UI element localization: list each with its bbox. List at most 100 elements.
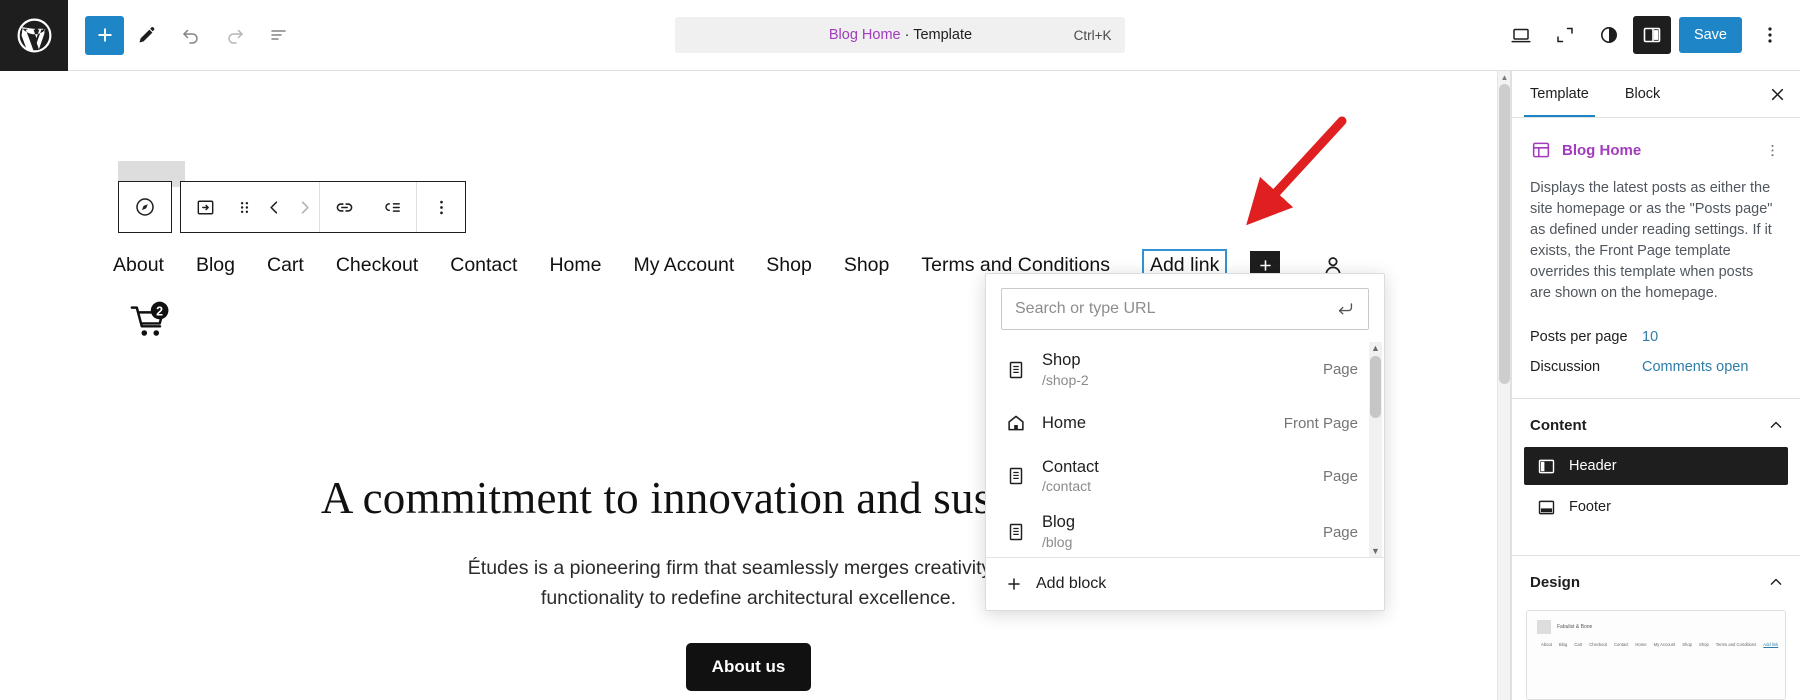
command-palette-button[interactable]: Blog Home · Template Ctrl+K bbox=[675, 17, 1126, 53]
property-label: Discussion bbox=[1530, 359, 1601, 376]
list-item-type: Front Page bbox=[1283, 414, 1358, 432]
nav-item-contact[interactable]: Contact bbox=[434, 250, 533, 281]
canvas-scrollbar[interactable]: ▲ bbox=[1497, 71, 1510, 700]
scrollbar-thumb[interactable] bbox=[1370, 356, 1381, 418]
list-item-texts: Blog /blog bbox=[1042, 512, 1309, 552]
link-icon[interactable] bbox=[320, 182, 368, 232]
list-item-title: Home bbox=[1042, 413, 1087, 432]
scroll-up-arrow-icon[interactable]: ▲ bbox=[1500, 73, 1509, 82]
nav-item-blog[interactable]: Blog bbox=[180, 250, 251, 281]
command-bar-wrapper: Blog Home · Template Ctrl+K bbox=[300, 17, 1501, 53]
header-block-icon bbox=[1538, 459, 1555, 473]
link-search-input[interactable] bbox=[1015, 300, 1332, 318]
chevron-up-icon[interactable] bbox=[1766, 415, 1786, 435]
preview-nav-item: About bbox=[1541, 642, 1552, 648]
tab-template[interactable]: Template bbox=[1512, 71, 1607, 117]
preview-nav-item: Blog bbox=[1558, 642, 1568, 648]
block-options-kebab-icon[interactable] bbox=[417, 182, 465, 232]
list-item-url: /shop-2 bbox=[1042, 371, 1089, 388]
property-value[interactable]: Comments open bbox=[1642, 359, 1748, 375]
property-discussion: Discussion Comments open bbox=[1512, 352, 1800, 382]
design-section-title: Design bbox=[1530, 573, 1581, 591]
add-block-button[interactable] bbox=[85, 15, 124, 55]
template-title: Blog Home bbox=[1562, 141, 1642, 159]
scrollbar-thumb[interactable] bbox=[1499, 84, 1510, 384]
wordpress-site-editor: Blog Home · Template Ctrl+K Save About B… bbox=[0, 0, 1800, 700]
nav-item-checkout[interactable]: Checkout bbox=[320, 250, 434, 281]
document-overview-icon[interactable] bbox=[258, 14, 300, 56]
sidebar-content: Blog Home Displays the latest posts as e… bbox=[1512, 118, 1800, 700]
add-block-row[interactable]: Add block bbox=[986, 557, 1384, 610]
template-actions-kebab-icon[interactable] bbox=[1758, 136, 1786, 164]
list-item-url: /blog bbox=[1042, 533, 1073, 550]
sidebar-tabs: Template Block bbox=[1512, 71, 1800, 118]
results-scrollbar[interactable]: ▲ ▼ bbox=[1369, 342, 1382, 557]
close-sidebar-button[interactable] bbox=[1758, 75, 1796, 113]
preview-nav-item: Shop bbox=[1682, 642, 1693, 648]
drag-handle-icon[interactable] bbox=[229, 182, 259, 232]
tab-block[interactable]: Block bbox=[1607, 71, 1678, 117]
nav-item-shop-1[interactable]: Shop bbox=[750, 250, 828, 281]
preview-nav-add-link: Add link bbox=[1763, 642, 1779, 648]
submit-enter-icon[interactable] bbox=[1332, 296, 1358, 322]
command-bar-shortcut: Ctrl+K bbox=[1073, 27, 1112, 43]
preview-logo bbox=[1537, 620, 1551, 635]
block-toolbar-segment-options bbox=[417, 182, 465, 232]
preview-nav-item: Contact bbox=[1613, 642, 1629, 648]
redo-button[interactable] bbox=[214, 14, 256, 56]
edit-mode-pencil-icon[interactable] bbox=[126, 14, 168, 56]
list-item[interactable]: Home Front Page bbox=[986, 398, 1384, 449]
add-block-label: Add block bbox=[1036, 575, 1107, 592]
nav-item-shop-2[interactable]: Shop bbox=[828, 250, 906, 281]
select-parent-block-button[interactable] bbox=[118, 181, 172, 233]
list-item-title: Contact bbox=[1042, 457, 1099, 476]
property-value[interactable]: 10 bbox=[1642, 329, 1658, 345]
navigation-link-block-icon[interactable] bbox=[181, 182, 229, 232]
design-template-preview[interactable]: Fabulist & Bone About Blog Cart Checkout… bbox=[1526, 610, 1786, 700]
sidebar-item-label: Footer bbox=[1569, 499, 1611, 516]
submenu-list-icon[interactable] bbox=[368, 182, 416, 232]
view-device-icon[interactable] bbox=[1501, 15, 1541, 55]
style-contrast-icon[interactable] bbox=[1589, 15, 1629, 55]
nav-item-about[interactable]: About bbox=[113, 250, 180, 281]
scroll-up-arrow-icon[interactable]: ▲ bbox=[1371, 343, 1380, 353]
top-bar-right-tools: Save bbox=[1501, 15, 1800, 55]
list-item-texts: Home bbox=[1042, 413, 1270, 434]
nav-item-my-account[interactable]: My Account bbox=[617, 250, 750, 281]
page-icon bbox=[1004, 465, 1028, 487]
nav-item-home[interactable]: Home bbox=[533, 250, 617, 281]
cart-icon-with-badge[interactable]: 2 bbox=[128, 299, 174, 350]
sidebar-item-footer[interactable]: Footer bbox=[1524, 488, 1788, 526]
link-search-field[interactable] bbox=[1001, 288, 1369, 330]
sidebar-item-header[interactable]: Header bbox=[1524, 447, 1788, 486]
undo-button[interactable] bbox=[170, 14, 212, 56]
editor-canvas: About Blog Cart Checkout Contact Home My… bbox=[0, 71, 1511, 700]
page-icon bbox=[1004, 359, 1028, 381]
more-options-kebab-icon[interactable] bbox=[1750, 15, 1790, 55]
design-section-header[interactable]: Design bbox=[1512, 556, 1800, 604]
scroll-down-arrow-icon[interactable]: ▼ bbox=[1371, 546, 1380, 556]
expand-fullscreen-icon[interactable] bbox=[1545, 15, 1585, 55]
preview-nav-item: Checkout bbox=[1589, 642, 1607, 648]
list-item-url: /contact bbox=[1042, 478, 1092, 495]
editor-top-bar: Blog Home · Template Ctrl+K Save bbox=[0, 0, 1800, 71]
nav-item-cart[interactable]: Cart bbox=[251, 250, 320, 281]
list-item[interactable]: Contact /contact Page bbox=[986, 449, 1384, 505]
template-icon bbox=[1530, 139, 1552, 161]
content-section-header[interactable]: Content bbox=[1512, 399, 1800, 447]
toggle-settings-sidebar-button[interactable] bbox=[1632, 16, 1671, 54]
wordpress-logo[interactable] bbox=[0, 0, 68, 71]
move-left-chevron-icon[interactable] bbox=[259, 182, 289, 232]
template-description: Displays the latest posts as either the … bbox=[1530, 180, 1773, 302]
list-item[interactable]: Blog /blog Page bbox=[986, 504, 1384, 557]
move-right-chevron-icon[interactable] bbox=[289, 182, 319, 232]
save-button[interactable]: Save bbox=[1678, 17, 1742, 53]
list-item-type: Page bbox=[1322, 523, 1358, 541]
svg-text:2: 2 bbox=[156, 304, 163, 318]
list-item[interactable]: Shop /shop-2 Page bbox=[986, 342, 1384, 398]
content-section-title: Content bbox=[1530, 416, 1587, 434]
link-search-results: Shop /shop-2 Page Home Front Page Contac… bbox=[986, 342, 1384, 557]
preview-nav-item: Home bbox=[1635, 642, 1647, 648]
about-us-button[interactable]: About us bbox=[685, 643, 812, 692]
chevron-up-icon[interactable] bbox=[1766, 572, 1786, 592]
